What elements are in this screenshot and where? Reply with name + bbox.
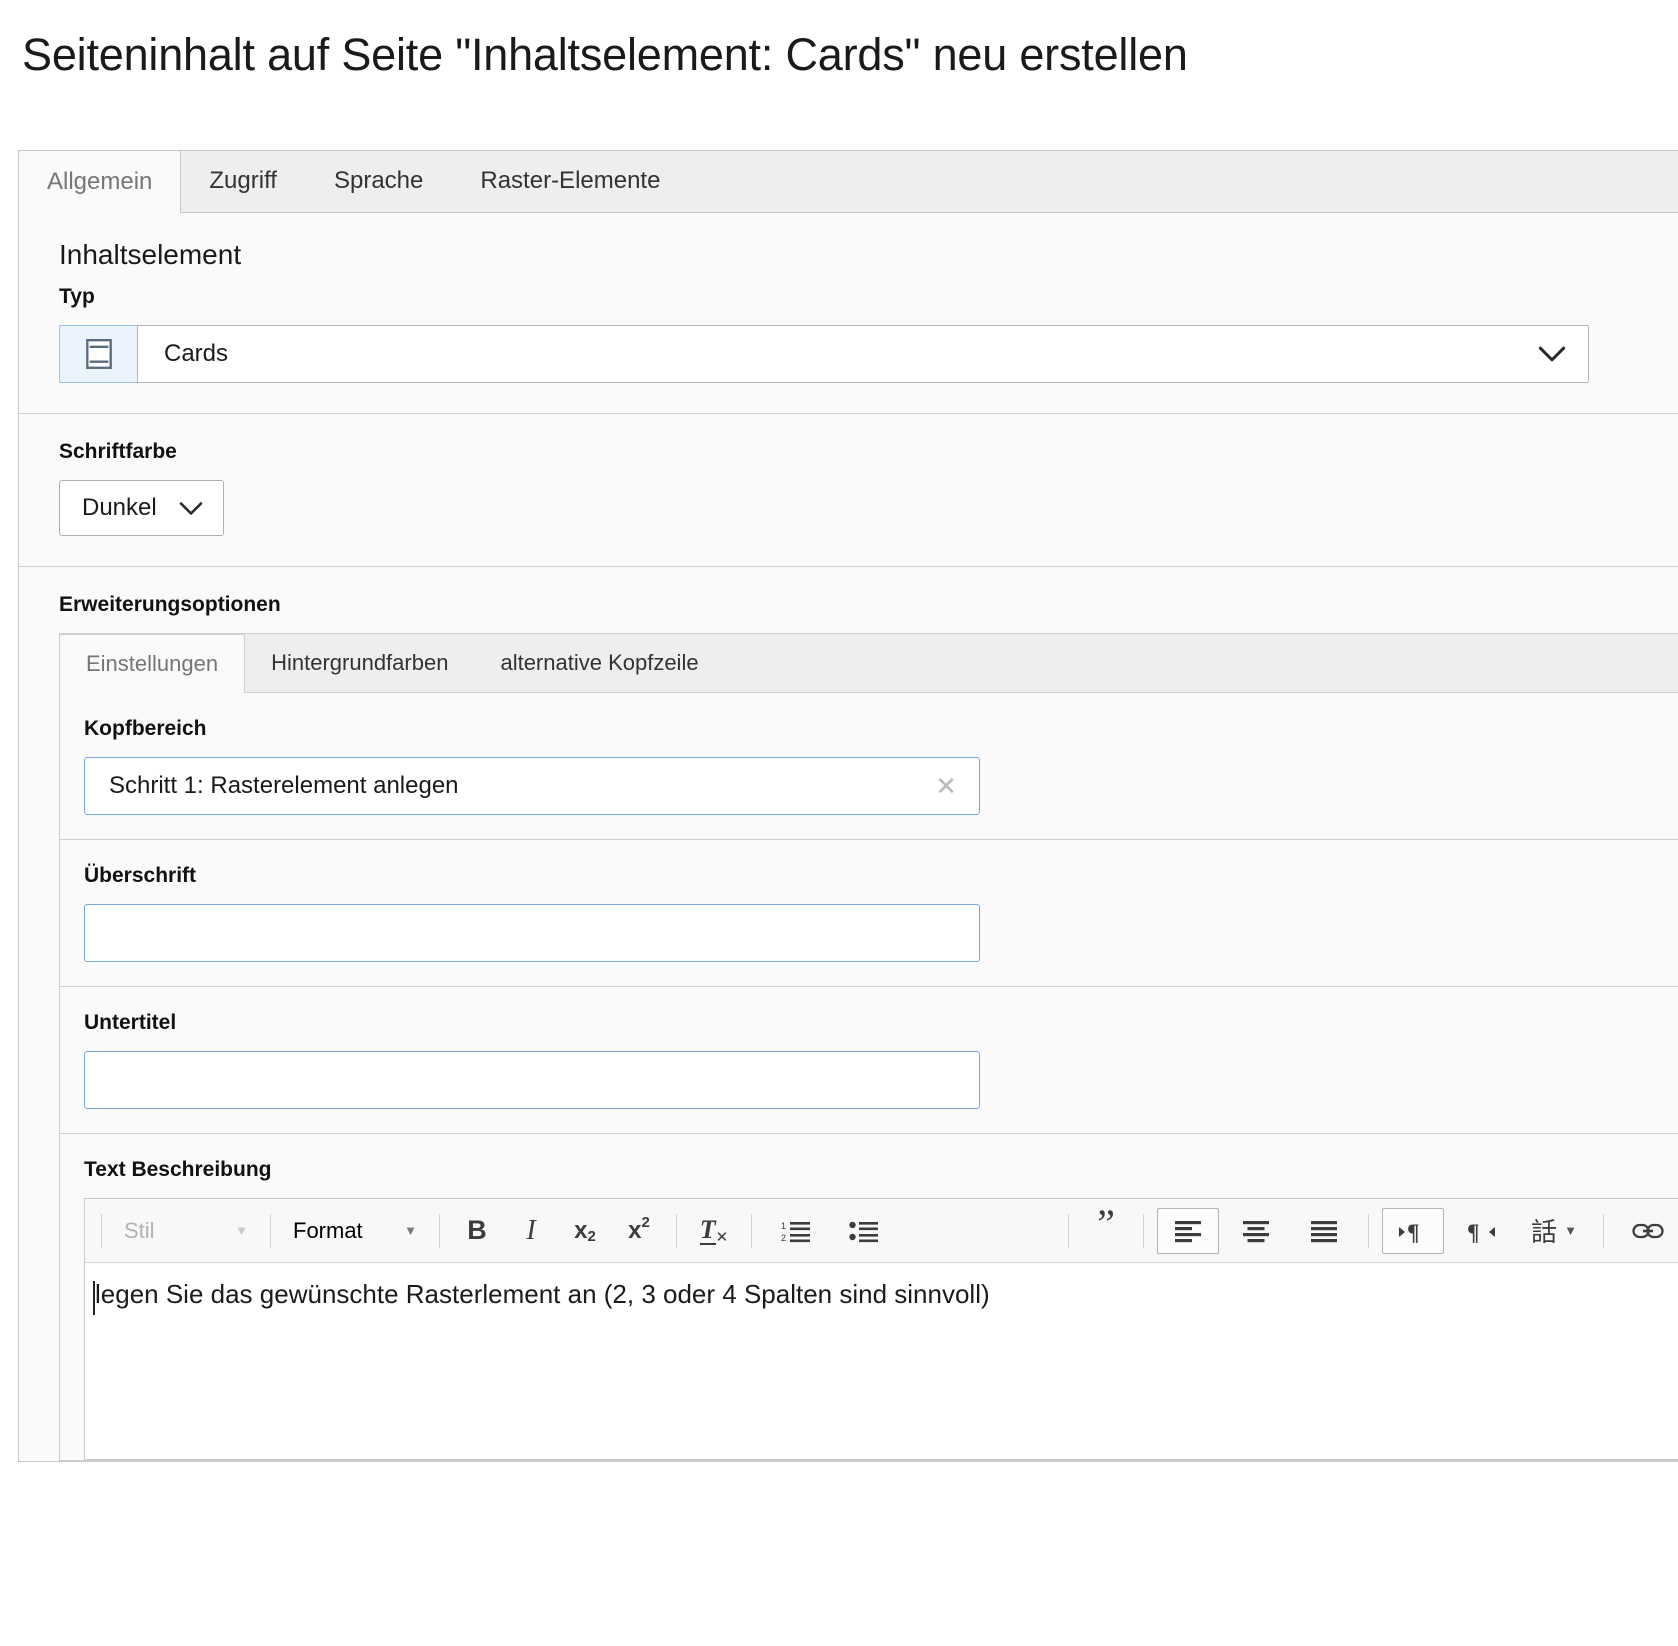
tab-allgemein[interactable]: Allgemein [19, 150, 182, 213]
extension-options-palette: Einstellungen Hintergrundfarben alternat… [59, 633, 1678, 1461]
label-erweiterungsoptionen: Erweiterungsoptionen [59, 593, 281, 616]
text-direction-ltr-icon[interactable]: ¶ [1382, 1207, 1444, 1254]
toolbar-separator [1143, 1213, 1144, 1248]
schriftfarbe-value: Dunkel [82, 494, 157, 521]
text-direction-rtl-icon[interactable]: ¶ [1450, 1208, 1512, 1254]
blockquote-icon[interactable]: ” [1082, 1203, 1130, 1254]
rich-text-editor: Stil ▼ Format ▼ B I x2 x 2 T ✕ 1 2 ” ¶ ¶… [84, 1198, 1678, 1460]
label-kopfbereich: Kopfbereich [84, 717, 207, 740]
svg-text:¶: ¶ [1407, 1220, 1419, 1244]
rte-content-area[interactable]: legen Sie das gewünschte Rasterlement an… [85, 1263, 1678, 1459]
kopfbereich-value: Schritt 1: Rasterelement anlegen [109, 772, 459, 799]
bulleted-list-icon[interactable] [833, 1208, 895, 1254]
toolbar-separator [270, 1213, 271, 1248]
toolbar-separator [751, 1213, 752, 1248]
palette-tabstrip: Einstellungen Hintergrundfarben alternat… [60, 634, 1678, 693]
rte-style-combo-label: Stil [124, 1217, 155, 1243]
label-text-beschreibung: Text Beschreibung [84, 1158, 272, 1181]
rte-toolbar: Stil ▼ Format ▼ B I x2 x 2 T ✕ 1 2 ” ¶ ¶… [85, 1199, 1678, 1263]
ptab-einstellungen[interactable]: Einstellungen [60, 634, 246, 693]
bold-icon[interactable]: B [453, 1208, 501, 1254]
text-cursor [93, 1281, 95, 1315]
rte-style-combo[interactable]: Stil ▼ [112, 1209, 260, 1253]
toolbar-separator [1368, 1213, 1369, 1248]
toolbar-separator [101, 1213, 102, 1248]
field-untertitel: Untertitel [60, 987, 1678, 1134]
field-text-beschreibung: Text Beschreibung Stil ▼ Format ▼ B I x … [60, 1134, 1678, 1460]
content-card-icon[interactable] [59, 325, 137, 383]
label-ueberschrift: Überschrift [84, 864, 197, 887]
svg-text:2: 2 [781, 1233, 786, 1243]
content-element-form-panel: Allgemein Zugriff Sprache Raster-Element… [18, 150, 1678, 1462]
tab-zugriff[interactable]: Zugriff [181, 150, 306, 212]
italic-icon[interactable]: I [507, 1208, 555, 1254]
superscript-icon[interactable]: x2 [615, 1208, 663, 1254]
toolbar-separator [1068, 1213, 1069, 1248]
section-inhaltselement: Inhaltselement Typ Cards [19, 213, 1678, 414]
chevron-down-icon [179, 501, 203, 516]
rte-format-combo-label: Format [293, 1217, 363, 1243]
align-center-icon[interactable] [1225, 1208, 1287, 1254]
field-ueberschrift: Überschrift [60, 840, 1678, 987]
link-icon[interactable] [1617, 1208, 1678, 1254]
untertitel-input[interactable] [84, 1051, 980, 1109]
rte-content-text: legen Sie das gewünschte Rasterlement an… [95, 1279, 990, 1309]
toolbar-separator [1603, 1213, 1604, 1248]
svg-text:1: 1 [781, 1221, 786, 1231]
caret-down-icon: ▼ [404, 1223, 417, 1238]
tab-sprache[interactable]: Sprache [306, 150, 452, 212]
kopfbereich-input[interactable]: Schritt 1: Rasterelement anlegen ✕ [84, 757, 980, 815]
type-select[interactable]: Cards [137, 325, 1589, 383]
type-select-value: Cards [164, 340, 229, 367]
label-typ: Typ [59, 285, 95, 308]
svg-text:¶: ¶ [1467, 1220, 1479, 1244]
page-title: Seiteninhalt auf Seite "Inhaltselement: … [22, 29, 1188, 80]
tab-raster-elemente[interactable]: Raster-Elemente [452, 150, 689, 212]
align-left-icon[interactable] [1157, 1207, 1219, 1254]
language-icon[interactable]: 話 ▼ [1518, 1208, 1590, 1254]
subscript-icon[interactable]: x2 [561, 1208, 609, 1254]
numbered-list-icon[interactable]: 1 2 [765, 1208, 827, 1254]
toolbar-separator [439, 1213, 440, 1248]
caret-down-icon: ▼ [235, 1223, 248, 1238]
type-field-row: Cards [59, 325, 1589, 383]
field-kopfbereich: Kopfbereich Schritt 1: Rasterelement anl… [60, 693, 1678, 840]
ueberschrift-input[interactable] [84, 904, 980, 962]
section-erweiterungsoptionen: Erweiterungsoptionen Einstellungen Hinte… [19, 567, 1678, 1461]
close-x-icon[interactable]: ✕ [931, 773, 961, 799]
ptab-hintergrundfarben[interactable]: Hintergrundfarben [245, 634, 474, 692]
main-tabstrip: Allgemein Zugriff Sprache Raster-Element… [19, 150, 1678, 213]
justify-icon[interactable] [1293, 1208, 1355, 1254]
label-untertitel: Untertitel [84, 1011, 177, 1034]
chevron-down-icon [1538, 345, 1566, 363]
ptab-alternative-kopfzeile[interactable]: alternative Kopfzeile [474, 634, 724, 692]
toolbar-separator [676, 1213, 677, 1248]
remove-format-icon[interactable]: T ✕ [690, 1208, 738, 1254]
section-schriftfarbe: Schriftfarbe Dunkel [19, 414, 1678, 567]
section-heading-inhaltselement: Inhaltselement [59, 239, 242, 270]
schriftfarbe-select[interactable]: Dunkel [59, 480, 224, 536]
rte-format-combo[interactable]: Format ▼ [281, 1209, 429, 1253]
label-schriftfarbe: Schriftfarbe [59, 440, 177, 463]
